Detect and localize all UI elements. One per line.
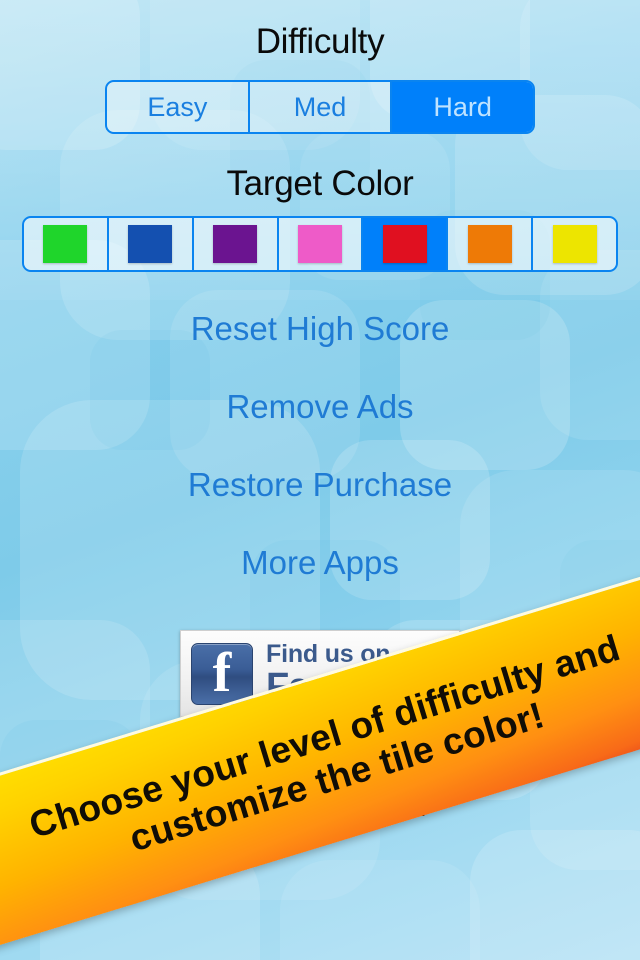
difficulty-option-med-label: Med (293, 91, 347, 122)
swatch-red-chip (382, 225, 427, 263)
facebook-f-icon (191, 642, 253, 705)
swatch-yellow-chip (552, 225, 597, 263)
swatch-pink-chip (298, 225, 342, 263)
swatch-orange-chip (467, 225, 512, 263)
restore-purchase-button[interactable]: Restore Purchase (0, 466, 640, 504)
settings-screen: Difficulty Easy Med Hard Target Color Re… (0, 0, 640, 960)
swatch-green-chip (43, 225, 88, 263)
difficulty-option-hard[interactable]: Hard (392, 82, 533, 132)
difficulty-options: Easy Med Hard (105, 80, 535, 134)
swatch-purple-chip (213, 225, 258, 263)
promo-banner: Choose your level of difficulty and cust… (0, 557, 640, 958)
more-apps-button[interactable]: More Apps (0, 544, 640, 582)
color-swatch-yellow[interactable] (533, 218, 616, 270)
swatch-blue-chip (128, 225, 173, 263)
difficulty-option-easy[interactable]: Easy (107, 82, 250, 132)
color-swatch-green[interactable] (24, 218, 109, 270)
reset-high-score-button[interactable]: Reset High Score (0, 310, 640, 348)
color-swatch-blue[interactable] (108, 218, 194, 270)
difficulty-option-med[interactable]: Med (249, 82, 393, 132)
color-swatch-pink[interactable] (278, 218, 364, 270)
target-color-swatch-list (22, 216, 618, 272)
color-swatch-orange[interactable] (448, 218, 534, 270)
target-color-heading: Target Color (226, 164, 414, 203)
remove-ads-button[interactable]: Remove Ads (0, 388, 640, 426)
target-color-picker[interactable] (22, 216, 618, 272)
color-swatch-red[interactable] (363, 218, 449, 270)
difficulty-option-easy-label: Easy (147, 91, 208, 122)
color-swatch-purple[interactable] (193, 218, 279, 270)
difficulty-heading: Difficulty (255, 22, 385, 61)
difficulty-segmented-control[interactable]: Easy Med Hard (105, 80, 535, 134)
difficulty-option-hard-label: Hard (433, 91, 492, 122)
